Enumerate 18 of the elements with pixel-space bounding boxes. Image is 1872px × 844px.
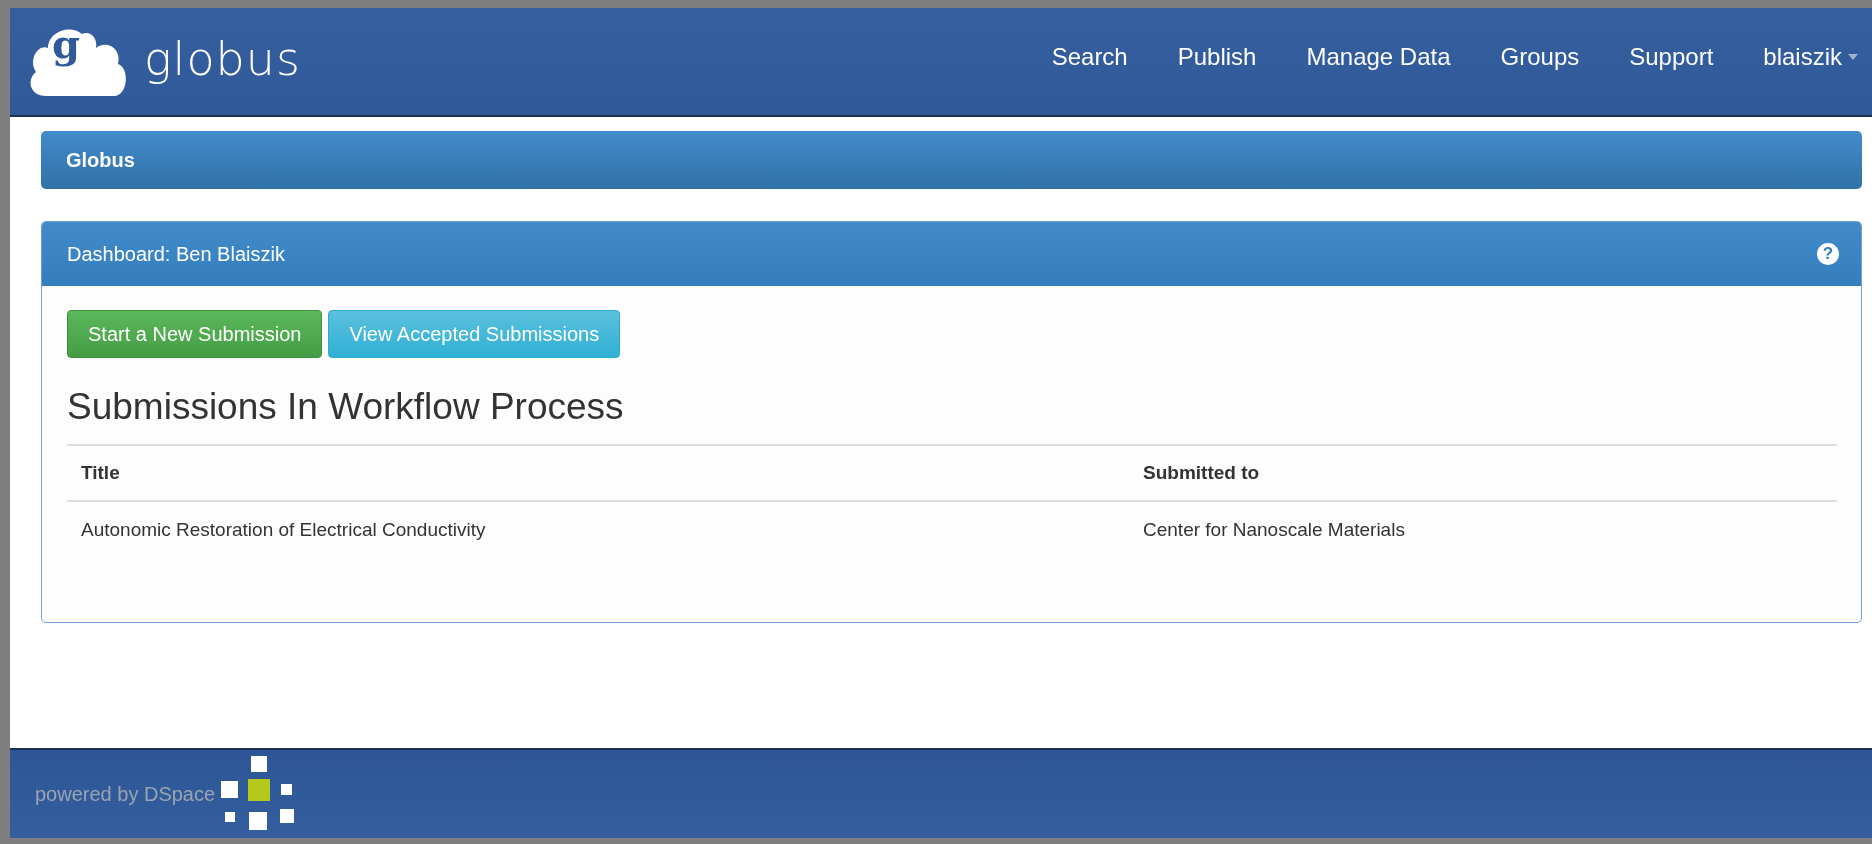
footer-text: powered by DSpace (35, 782, 216, 806)
nav-link[interactable]: Manage Data (1281, 42, 1476, 71)
nav-link[interactable]: Search (1026, 42, 1153, 71)
table-cell: Autonomic Restoration of Electrical Conductivity (67, 501, 1129, 558)
help-icon[interactable]: ? (1817, 243, 1839, 265)
dspace-logo-icon (221, 756, 296, 832)
nav-link[interactable]: Groups (1475, 42, 1605, 71)
nav-link[interactable]: Support (1604, 42, 1739, 71)
section-heading: Submissions In Workflow Process (67, 386, 625, 428)
user-menu[interactable]: blaiszik (1738, 42, 1872, 71)
brand-name: globus (144, 31, 301, 86)
column-header: Submitted to (1129, 445, 1837, 501)
breadcrumb-bar: Globus (41, 131, 1862, 189)
column-header: Title (67, 445, 1129, 501)
table-cell: Center for Nanoscale Materials (1129, 501, 1837, 558)
panel-title: Dashboard: Ben Blaiszik (67, 242, 285, 266)
caret-icon (1848, 53, 1858, 60)
nav-link[interactable]: Publish (1152, 42, 1282, 71)
